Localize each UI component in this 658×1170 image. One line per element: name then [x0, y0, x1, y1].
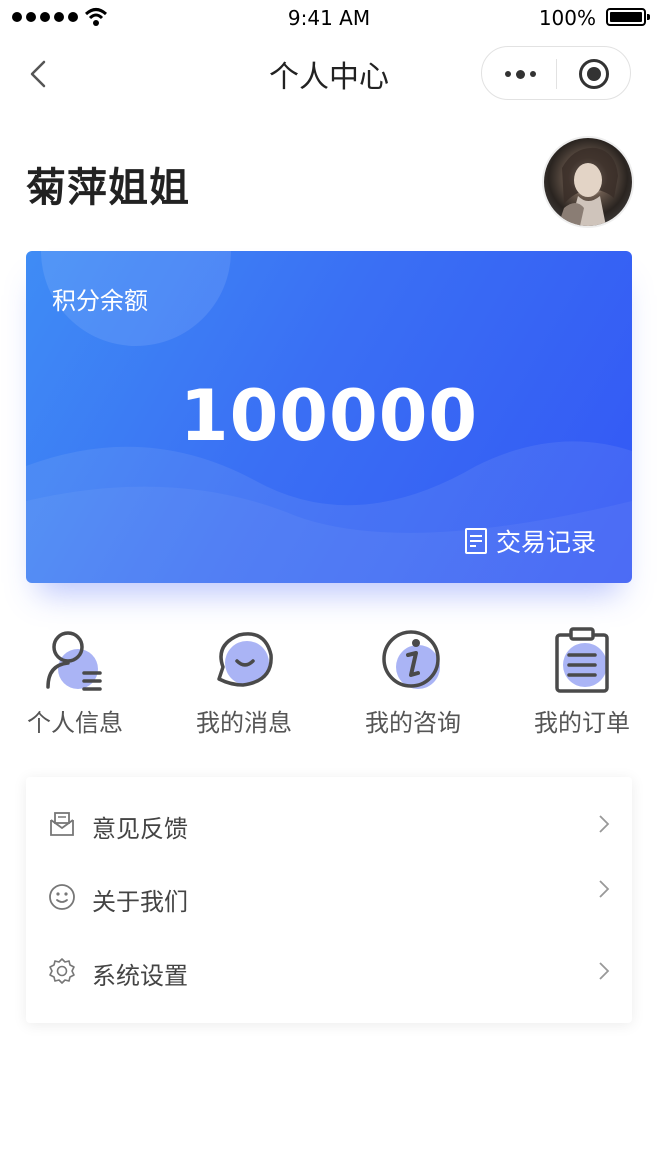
close-target-icon[interactable] — [579, 59, 609, 89]
settings-menu: 意见反馈 关于我们 系统设置 — [26, 777, 632, 1023]
menu-item-about[interactable]: 关于我们 — [26, 867, 632, 927]
points-card: 积分余额 100000 交易记录 — [26, 251, 632, 583]
points-label: 积分余额 — [52, 287, 148, 315]
menu-item-label: 系统设置 — [92, 962, 188, 990]
info-icon — [382, 630, 440, 689]
gear-icon — [49, 958, 75, 984]
points-amount: 100000 — [179, 375, 479, 457]
smile-icon — [49, 884, 75, 910]
transactions-link[interactable]: 交易记录 — [464, 523, 596, 559]
quick-action-consult[interactable]: 我的咨询 — [338, 625, 488, 738]
more-icon[interactable] — [504, 59, 536, 89]
quick-actions: 个人信息 我的消息 我的咨询 我的订单 — [0, 625, 658, 745]
person-icon — [46, 631, 102, 691]
feedback-icon — [50, 812, 74, 836]
document-icon — [464, 528, 487, 554]
chevron-right-icon — [599, 815, 610, 833]
menu-item-settings[interactable]: 系统设置 — [26, 941, 632, 1001]
capsule-divider — [556, 59, 557, 89]
message-icon — [217, 632, 273, 687]
status-bar: 9:41 AM 100% — [0, 0, 658, 36]
chevron-right-icon — [599, 880, 610, 898]
quick-action-label: 我的订单 — [534, 709, 630, 737]
quick-action-label: 我的消息 — [196, 709, 292, 737]
user-name: 菊萍姐姐 — [26, 165, 190, 211]
mini-program-capsule — [481, 46, 631, 100]
avatar-portrait-icon — [558, 147, 618, 226]
quick-action-orders[interactable]: 我的订单 — [507, 625, 657, 738]
menu-item-label: 意见反馈 — [92, 815, 188, 843]
transactions-label: 交易记录 — [495, 528, 596, 557]
battery-percent: 100% — [538, 6, 596, 30]
quick-action-label: 个人信息 — [27, 709, 123, 737]
chevron-right-icon — [599, 962, 610, 980]
avatar[interactable] — [544, 138, 632, 226]
clipboard-icon — [555, 627, 609, 693]
menu-item-label: 关于我们 — [92, 888, 188, 916]
quick-action-label: 我的咨询 — [365, 709, 461, 737]
quick-action-profile[interactable]: 个人信息 — [0, 625, 150, 738]
battery-icon — [606, 8, 650, 26]
quick-action-messages[interactable]: 我的消息 — [169, 625, 319, 738]
menu-item-feedback[interactable]: 意见反馈 — [26, 794, 632, 854]
